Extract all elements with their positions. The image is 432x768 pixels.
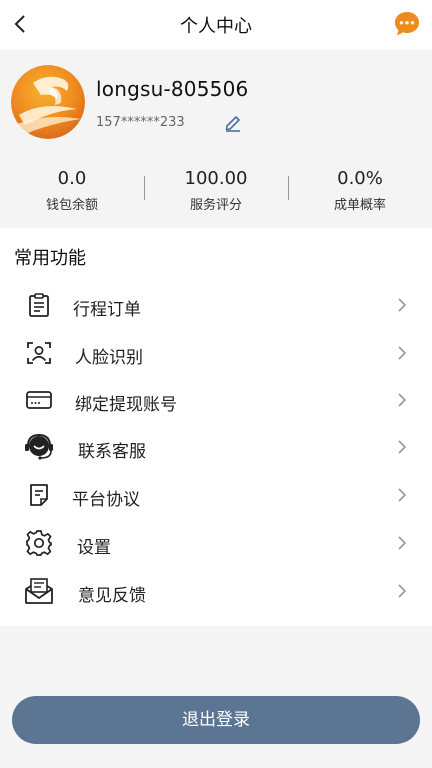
section-title: 常用功能 (14, 248, 86, 269)
menu-item-bind-account[interactable]: 绑定提现账号 (0, 377, 432, 423)
menu-item-label: 绑定提现账号 (75, 395, 177, 415)
stat-wallet[interactable]: 0.0 钱包余额 (0, 166, 144, 213)
menu-item-customer-service[interactable]: 联系客服 (0, 424, 432, 470)
clipboard-icon (24, 291, 54, 319)
chat-button[interactable] (393, 10, 421, 38)
menu-item-label: 平台协议 (72, 490, 140, 510)
phone-number: 157******233 (96, 115, 185, 130)
menu-item-label: 设置 (77, 538, 111, 558)
functions-section: 常用功能 行程订单 人脸识别 绑定提现账号 联系客服 平台协议 设置 意见反馈 (0, 228, 432, 626)
chevron-right-icon (398, 584, 407, 598)
profile-card: longsu-805506 157******233 0.0 钱包余额 100.… (0, 50, 432, 228)
menu-item-label: 意见反馈 (78, 586, 146, 606)
stat-value: 0.0 (57, 168, 87, 189)
menu-item-trip-orders[interactable]: 行程订单 (0, 282, 432, 328)
dragon-logo-icon (11, 65, 85, 139)
card-icon (24, 386, 54, 414)
stat-label: 钱包余额 (45, 198, 98, 213)
headset-icon (24, 433, 54, 461)
chevron-right-icon (398, 393, 407, 407)
gear-icon (24, 529, 54, 557)
avatar[interactable] (11, 65, 85, 139)
menu-item-feedback[interactable]: 意见反馈 (0, 568, 432, 614)
chevron-right-icon (398, 440, 407, 454)
stat-label: 成单概率 (333, 198, 386, 213)
document-icon (24, 481, 54, 509)
chevron-right-icon (398, 488, 407, 502)
menu-item-platform-agreement[interactable]: 平台协议 (0, 472, 432, 518)
chat-bubble-icon (395, 12, 419, 36)
stat-label: 服务评分 (189, 198, 242, 213)
edit-profile-button[interactable] (222, 111, 244, 133)
chevron-right-icon (398, 536, 407, 550)
stat-value: 100.00 (184, 168, 248, 189)
username: longsu-805506 (96, 77, 249, 101)
pencil-icon (225, 116, 240, 132)
menu-item-face-recognition[interactable]: 人脸识别 (0, 330, 432, 376)
chevron-right-icon (398, 298, 407, 312)
menu-item-label: 人脸识别 (75, 348, 143, 368)
menu-item-label: 联系客服 (78, 442, 146, 462)
menu-item-label: 行程订单 (73, 300, 141, 320)
stat-rating[interactable]: 100.00 服务评分 (144, 166, 288, 213)
stats-row: 0.0 钱包余额 100.00 服务评分 0.0% 成单概率 (0, 166, 432, 216)
stat-value: 0.0% (337, 168, 383, 189)
page-title: 个人中心 (180, 16, 252, 37)
chevron-right-icon (398, 346, 407, 360)
logout-button[interactable]: 退出登录 (12, 696, 420, 744)
face-scan-icon (24, 339, 54, 367)
menu-item-settings[interactable]: 设置 (0, 520, 432, 566)
top-bar: 个人中心 (0, 0, 432, 50)
mail-icon (24, 577, 54, 605)
stat-order-rate[interactable]: 0.0% 成单概率 (288, 166, 432, 213)
